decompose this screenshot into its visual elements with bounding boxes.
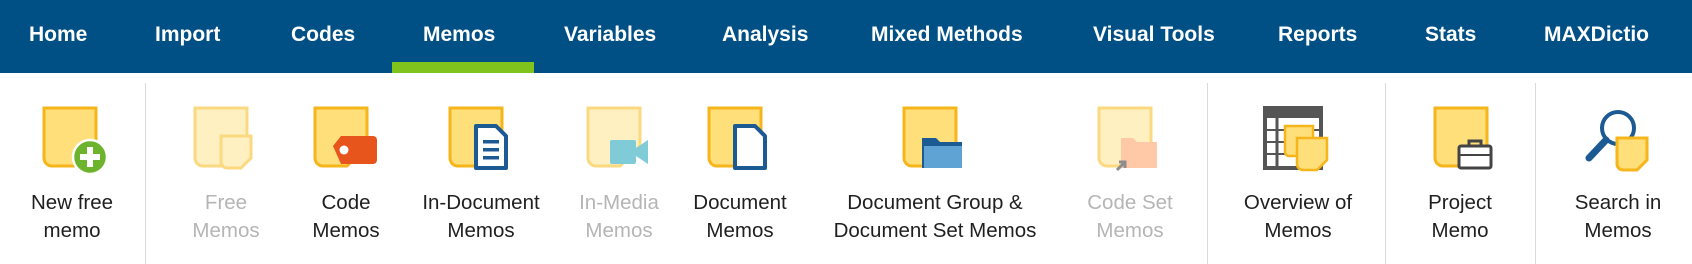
in-document-memo-icon [448,106,508,170]
in-document-memos-button[interactable]: In-Document Memos [413,73,549,264]
button-label: In-Document Memos [422,191,540,242]
code-memos-button[interactable]: Code Memos [296,73,396,264]
tab-mixed-methods[interactable]: Mixed Methods [871,0,1023,73]
tab-codes[interactable]: Codes [291,0,355,73]
tab-import[interactable]: Import [155,0,220,73]
project-memo-button[interactable]: Project Memo [1410,73,1510,264]
in-media-memo-camera-icon [586,106,648,168]
button-label: In-Media Memos [579,191,659,242]
active-tab-indicator [392,62,534,73]
code-set-memos-button[interactable]: Code Set Memos [1080,73,1180,264]
ribbon-separator [145,83,146,264]
overview-of-memos-button[interactable]: Overview of Memos [1228,73,1368,264]
code-memo-tag-icon [313,106,377,168]
tab-analysis[interactable]: Analysis [722,0,808,73]
search-magnifier-icon [1585,110,1649,172]
tab-visual-tools[interactable]: Visual Tools [1093,0,1215,73]
button-label: New free memo [30,191,114,242]
document-memo-icon [707,106,767,170]
document-group-folder-icon [902,106,962,168]
ribbon-separator [1535,83,1536,264]
document-group-set-memos-button[interactable]: Document Group & Document Set Memos [820,73,1050,264]
new-free-memo-button[interactable]: New free memo [12,73,132,264]
button-label: Document Group & Document Set Memos [833,191,1037,242]
free-memos-button[interactable]: Free Memos [176,73,276,264]
button-label: Overview of Memos [1243,191,1353,242]
new-memo-plus-icon [42,106,109,176]
tab-variables[interactable]: Variables [564,0,656,73]
overview-table-icon [1263,106,1329,172]
free-memos-icon [193,106,253,170]
ribbon-separator [1385,83,1386,264]
menu-bar: Home Import Codes Memos Variables Analys… [0,0,1692,73]
button-label: Code Set Memos [1087,191,1173,242]
tab-reports[interactable]: Reports [1278,0,1357,73]
tab-maxdictio[interactable]: MAXDictio [1544,0,1649,73]
button-label: Code Memos [312,191,380,242]
memos-ribbon: New free memo Free Memos Code Memos In-D… [0,73,1692,264]
search-in-memos-button[interactable]: Search in Memos [1559,73,1677,264]
project-briefcase-icon [1433,106,1493,170]
ribbon-separator [1207,83,1208,264]
button-label: Search in Memos [1574,191,1662,242]
tab-home[interactable]: Home [29,0,87,73]
button-label: Project Memo [1428,191,1492,242]
button-label: Free Memos [192,191,260,242]
code-set-memo-icon [1097,106,1157,172]
button-label: Document Memos [693,191,787,242]
document-memos-button[interactable]: Document Memos [684,73,796,264]
in-media-memos-button[interactable]: In-Media Memos [566,73,672,264]
tab-stats[interactable]: Stats [1425,0,1476,73]
